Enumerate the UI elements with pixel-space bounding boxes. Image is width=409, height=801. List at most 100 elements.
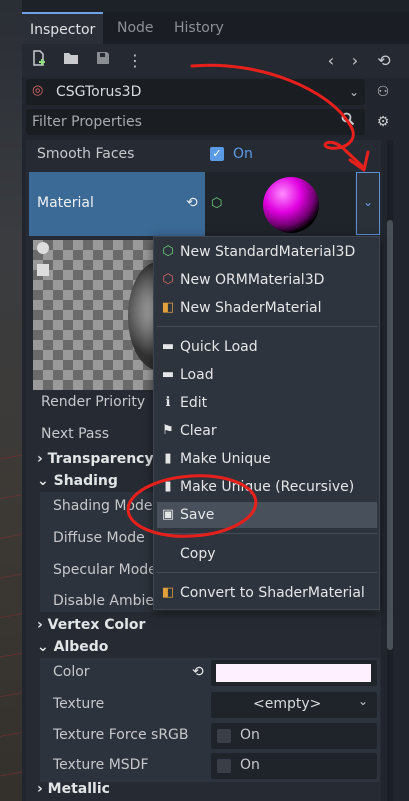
menu-clear[interactable]: ⚑ Clear (157, 418, 377, 444)
menu-label: New ShaderMaterial (180, 300, 322, 316)
object-selector[interactable]: ◎ CSGTorus3D ⌄ (26, 79, 365, 105)
menu-edit[interactable]: ℹ Edit (157, 390, 377, 416)
tab-node[interactable]: Node (109, 12, 162, 44)
diffuse-mode-label: Diffuse Mode (53, 530, 145, 546)
forward-arrow-icon[interactable]: › (344, 50, 366, 72)
specular-mode-label: Specular Mode (53, 562, 157, 578)
texture-force-srgb-label: Texture Force sRGB (53, 727, 189, 743)
shading-mode-label: Shading Mode (53, 498, 153, 514)
texture-force-srgb-value: On (240, 727, 260, 743)
scrollbar-thumb[interactable] (387, 220, 393, 650)
menu-convert-to-shader-material[interactable]: ◧ Convert to ShaderMaterial (157, 580, 377, 606)
menu-make-unique[interactable]: ▮ Make Unique (157, 446, 377, 472)
vertex-color-label: Vertex Color (47, 617, 146, 633)
clear-icon: ⚑ (162, 423, 174, 438)
menu-label: Save (180, 507, 215, 523)
texture-label: Texture (53, 696, 105, 712)
chevron-right-icon: › (37, 781, 43, 797)
menu-quick-load[interactable]: ▬ Quick Load (157, 334, 377, 360)
texture-msdf-field (211, 753, 377, 779)
chevron-right-icon: › (37, 617, 43, 633)
smooth-faces-checkbox[interactable]: ✓ (210, 147, 224, 161)
next-pass-label: Next Pass (41, 426, 110, 442)
new-resource-icon[interactable] (28, 50, 50, 72)
texture-msdf-label: Texture MSDF (53, 757, 149, 773)
menu-make-unique-recursive[interactable]: ▮ Make Unique (Recursive) (157, 474, 377, 500)
edit-icon: ℹ (165, 395, 171, 410)
settings-icon[interactable]: ⚙ (372, 111, 394, 133)
menu-separator (157, 326, 377, 327)
menu-new-shader-material[interactable]: ◧ New ShaderMaterial (157, 295, 377, 321)
menu-label: Convert to ShaderMaterial (180, 585, 365, 601)
chevron-down-icon: ⌄ (37, 473, 49, 489)
shader-material-icon: ◧ (161, 300, 175, 315)
material-preview-sphere (263, 177, 319, 233)
revert-icon[interactable]: ⟲ (186, 195, 198, 211)
folder-icon: ▬ (161, 367, 175, 382)
menu-label: New ORMMaterial3D (180, 272, 325, 288)
shader-material-icon: ◧ (161, 585, 175, 600)
material-dropdown-button[interactable]: ⌄ (356, 172, 380, 235)
standard-material-icon: ⬡ (162, 244, 174, 259)
smooth-faces-label: Smooth Faces (37, 146, 135, 162)
menu-label: New StandardMaterial3D (180, 244, 356, 260)
tab-history[interactable]: History (166, 12, 232, 44)
texture-value: <empty> (253, 696, 322, 712)
menu-label: Copy (180, 546, 216, 562)
search-icon (341, 112, 359, 130)
docs-icon[interactable]: ⚇ (372, 81, 394, 103)
section-shading[interactable]: ⌄ Shading (37, 473, 118, 489)
filter-placeholder: Filter Properties (32, 114, 142, 130)
menu-separator (157, 533, 377, 534)
section-vertex-color[interactable]: › Vertex Color (37, 617, 145, 633)
albedo-label: Albedo (53, 639, 109, 655)
file-icon: ▮ (164, 479, 172, 494)
revert-icon[interactable]: ⟲ (192, 664, 204, 680)
menu-new-orm-material[interactable]: ⬡ New ORMMaterial3D (157, 267, 377, 293)
render-priority-label: Render Priority (41, 394, 146, 410)
section-metallic[interactable]: › Metallic (37, 781, 110, 797)
filter-properties-input[interactable]: Filter Properties (26, 109, 365, 135)
menu-label: Clear (180, 423, 217, 439)
chevron-down-icon: ⌄ (348, 85, 359, 99)
tab-inspector[interactable]: Inspector (22, 12, 104, 44)
back-arrow-icon[interactable]: ‹ (320, 50, 342, 72)
chevron-down-icon: ⌄ (363, 195, 374, 209)
texture-force-srgb-checkbox[interactable] (217, 729, 231, 743)
folder-icon: ▬ (161, 339, 175, 354)
menu-copy[interactable]: Copy (157, 541, 377, 567)
preview-light-icon[interactable] (37, 242, 49, 254)
menu-label: Load (180, 367, 214, 383)
texture-msdf-checkbox[interactable] (217, 759, 231, 773)
chevron-down-icon: ⌄ (358, 694, 369, 708)
section-transparency[interactable]: › Transparency (37, 451, 154, 467)
transparency-label: Transparency (47, 451, 154, 467)
metallic-label: Metallic (47, 781, 110, 797)
shading-label: Shading (53, 473, 118, 489)
history-icon[interactable]: ⟲ (373, 50, 395, 72)
csg-torus-icon: ◎ (32, 83, 44, 98)
save-icon[interactable] (92, 50, 114, 72)
menu-label: Quick Load (180, 339, 258, 355)
chevron-down-icon: ⌄ (37, 639, 49, 655)
save-icon: ▣ (161, 507, 175, 522)
menu-new-standard-material[interactable]: ⬡ New StandardMaterial3D (157, 239, 377, 265)
preview-shape-icon[interactable] (37, 264, 49, 276)
menu-save[interactable]: ▣ Save (157, 502, 377, 528)
menu-separator (157, 572, 377, 573)
menu-label: Edit (180, 395, 208, 411)
open-folder-icon[interactable] (60, 50, 82, 72)
chevron-right-icon: › (37, 451, 43, 467)
file-icon: ▮ (164, 451, 172, 466)
section-albedo[interactable]: ⌄ Albedo (37, 639, 108, 655)
more-vertical-icon[interactable]: ⋮ (124, 50, 146, 72)
texture-force-srgb-field (211, 723, 377, 749)
smooth-faces-value: On (233, 146, 253, 162)
orm-material-icon: ⬡ (162, 272, 174, 287)
object-name: CSGTorus3D (56, 84, 142, 100)
color-swatch[interactable] (216, 664, 371, 682)
material-type-icon: ⬡ (211, 196, 223, 211)
menu-load[interactable]: ▬ Load (157, 362, 377, 388)
menu-label: Make Unique (Recursive) (180, 479, 355, 495)
texture-msdf-value: On (240, 757, 260, 773)
